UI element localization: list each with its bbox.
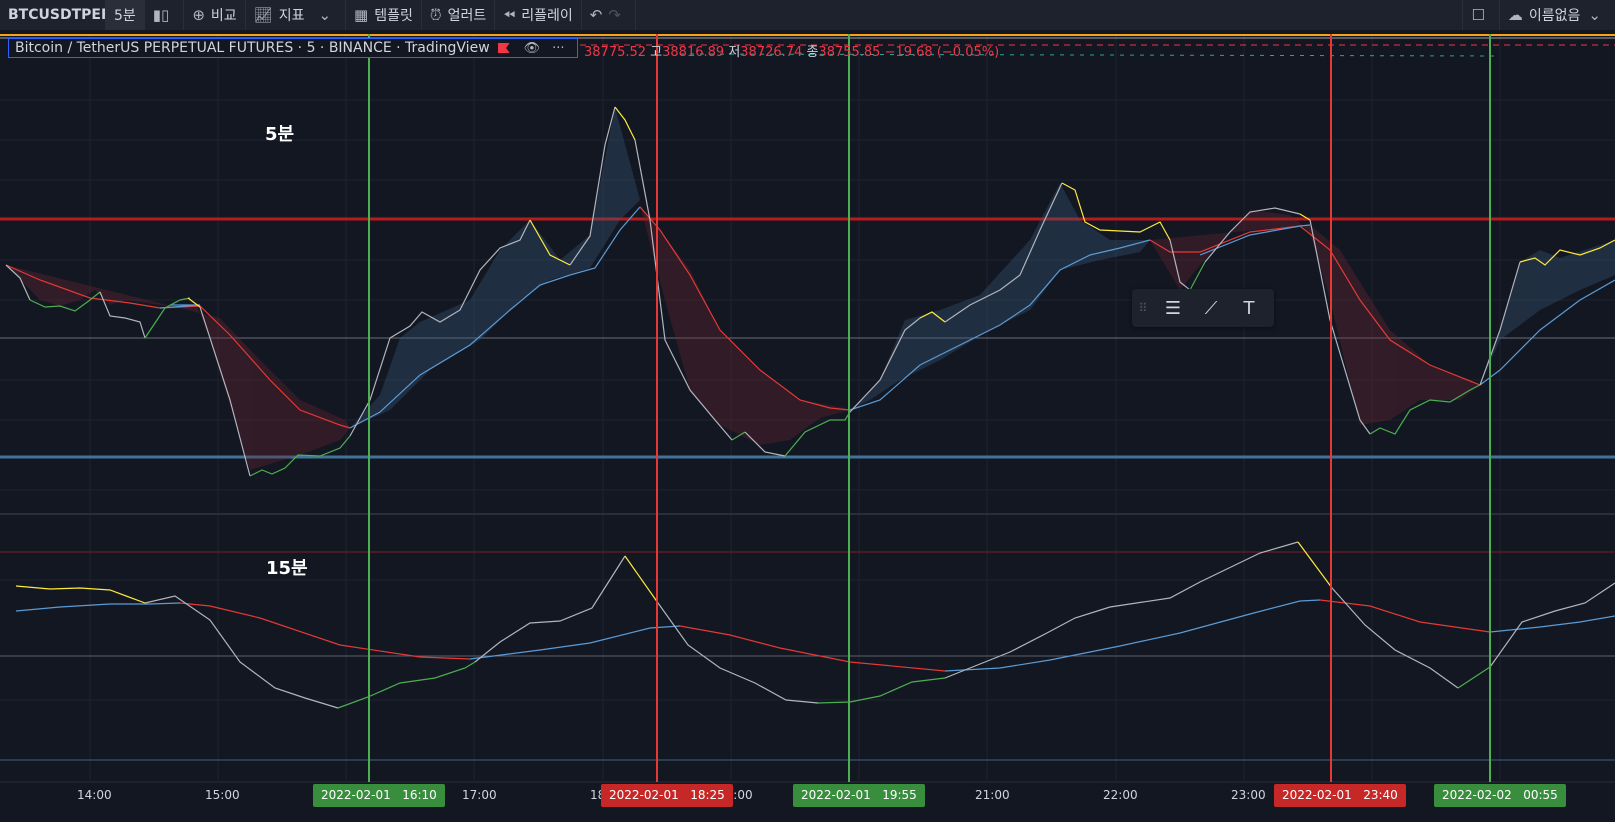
- replay-label: 리플레이: [521, 8, 573, 24]
- ohlc-change: −19.68 (−0.05%): [884, 45, 1000, 60]
- chart-canvas[interactable]: [0, 34, 1615, 822]
- ohlc-close: 38755.85: [818, 45, 881, 60]
- ohlc-close-key: 종: [806, 45, 819, 60]
- alarm-clock-icon: ⏰︎: [429, 6, 442, 24]
- top-oscillator-green-2: [144, 297, 191, 339]
- compare-label: 비교: [210, 8, 237, 24]
- bottom-osc-gray-5: [1331, 587, 1459, 689]
- series-title: Bitcoin / TetherUS PERPETUAL FUTURES · 5…: [15, 40, 490, 56]
- fullscreen-button[interactable]: ☐: [1462, 0, 1500, 30]
- bottom-osc-green-3: [1457, 666, 1491, 689]
- bottom-pane-label: 15분: [266, 558, 308, 579]
- time-marker-tag: 2022-02-01 18:25: [601, 784, 733, 807]
- bottom-osc-yellow: [15, 585, 146, 604]
- indicators-icon: 📈︎: [253, 6, 273, 24]
- bottom-osc-gray-3: [657, 602, 819, 704]
- ohlc-low-key: 저: [728, 45, 741, 60]
- bottom-ma-blue-2: [469, 625, 681, 660]
- bottom-ma-red-3: [1319, 599, 1491, 633]
- chart-type-button[interactable]: ▮▯: [145, 0, 185, 30]
- series-legend[interactable]: Bitcoin / TetherUS PERPETUAL FUTURES · 5…: [8, 38, 578, 58]
- candles-icon: ▮▯: [152, 6, 170, 24]
- square-icon: ☐: [1471, 6, 1485, 24]
- bottom-osc-green: [337, 661, 476, 709]
- time-marker-tag: 2022-02-02 00:55: [1434, 784, 1566, 807]
- chevron-down-icon: ⌄: [318, 6, 332, 24]
- layout-name-button[interactable]: ☁ 이름없음 ⌄: [1500, 0, 1615, 30]
- time-label: 23:00: [1231, 788, 1266, 802]
- time-label: 17:00: [462, 788, 497, 802]
- bottom-ma-red: [179, 602, 471, 660]
- top-ma-blue-3: [849, 239, 1151, 411]
- bottom-ma-red-2: [679, 625, 946, 672]
- bottom-osc-yellow-3: [1297, 541, 1333, 589]
- bottom-ma-blue-3: [944, 599, 1321, 672]
- rewind-icon: ⏪︎: [503, 6, 516, 24]
- bottom-ma-blue-4: [1489, 615, 1615, 633]
- time-label: 15:00: [205, 788, 240, 802]
- indicators-label: 지표: [278, 8, 305, 24]
- flag-icon[interactable]: [497, 43, 510, 53]
- text-icon[interactable]: T: [1230, 289, 1268, 327]
- top-pane-label: 5분: [265, 124, 295, 145]
- ohlc-high-key: 고: [650, 45, 663, 60]
- redo-icon[interactable]: ↷: [608, 6, 621, 24]
- floating-drawing-toolbar[interactable]: ⠿ ☰ ⟋ T: [1132, 289, 1274, 327]
- replay-button[interactable]: ⏪︎ 리플레이: [495, 0, 582, 30]
- time-label: 14:00: [77, 788, 112, 802]
- ohlc-high: 38816.89: [662, 45, 725, 60]
- plus-circle-icon: ⊕: [192, 6, 205, 24]
- indicators-button[interactable]: 📈︎ 지표 ⌄: [246, 0, 347, 30]
- more-icon[interactable]: ···: [552, 41, 564, 56]
- chevron-down-icon: ⌄: [1588, 6, 1601, 24]
- toolbar-right: ☐ ☁ 이름없음 ⌄: [1462, 0, 1615, 30]
- eye-icon[interactable]: 👁︎: [524, 41, 541, 56]
- bottom-osc-gray-4: [944, 541, 1299, 679]
- grid-icon: ▦: [354, 6, 369, 24]
- templates-label: 템플릿: [374, 8, 413, 24]
- interval-button[interactable]: 5분: [106, 0, 145, 30]
- ohlc-low: 38726.74: [740, 45, 803, 60]
- layout-name-label: 이름없음: [1528, 8, 1581, 24]
- lines-icon[interactable]: ☰: [1154, 289, 1192, 327]
- drag-handle-icon[interactable]: ⠿: [1132, 289, 1154, 327]
- bottom-osc-green-2: [817, 677, 946, 704]
- cloud-icon: ☁: [1507, 6, 1523, 24]
- alert-label: 얼러트: [447, 8, 487, 24]
- time-marker-tag: 2022-02-01 19:55: [793, 784, 925, 807]
- ohlc-readout: 38775.52 고38816.89 저38726.74 종38755.85 −…: [584, 41, 999, 60]
- bottom-ma-blue: [15, 602, 181, 612]
- symbol-search-button[interactable]: BTCUSDTPER: [0, 0, 106, 30]
- time-marker-tag: 2022-02-01 23:40: [1274, 784, 1406, 807]
- alert-button[interactable]: ⏰︎ 얼러트: [422, 0, 496, 30]
- undo-redo-group: ↶ ↷: [582, 0, 636, 30]
- time-label: 22:00: [1103, 788, 1138, 802]
- templates-button[interactable]: ▦ 템플릿: [346, 0, 422, 30]
- compare-button[interactable]: ⊕ 비교: [184, 0, 246, 30]
- fib-icon[interactable]: ⟋: [1192, 289, 1230, 327]
- indicator-fill: [6, 107, 1615, 470]
- time-label: 21:00: [975, 788, 1010, 802]
- undo-icon[interactable]: ↶: [590, 6, 603, 24]
- top-toolbar: BTCUSDTPER 5분 ▮▯ ⊕ 비교 📈︎ 지표 ⌄ ▦ 템플릿 ⏰︎ 얼러트 ⏪︎…: [0, 0, 1615, 30]
- ohlc-open: 38775.52: [584, 45, 647, 60]
- time-marker-tag: 2022-02-01 16:10: [313, 784, 445, 807]
- bottom-osc-gray: [144, 595, 339, 709]
